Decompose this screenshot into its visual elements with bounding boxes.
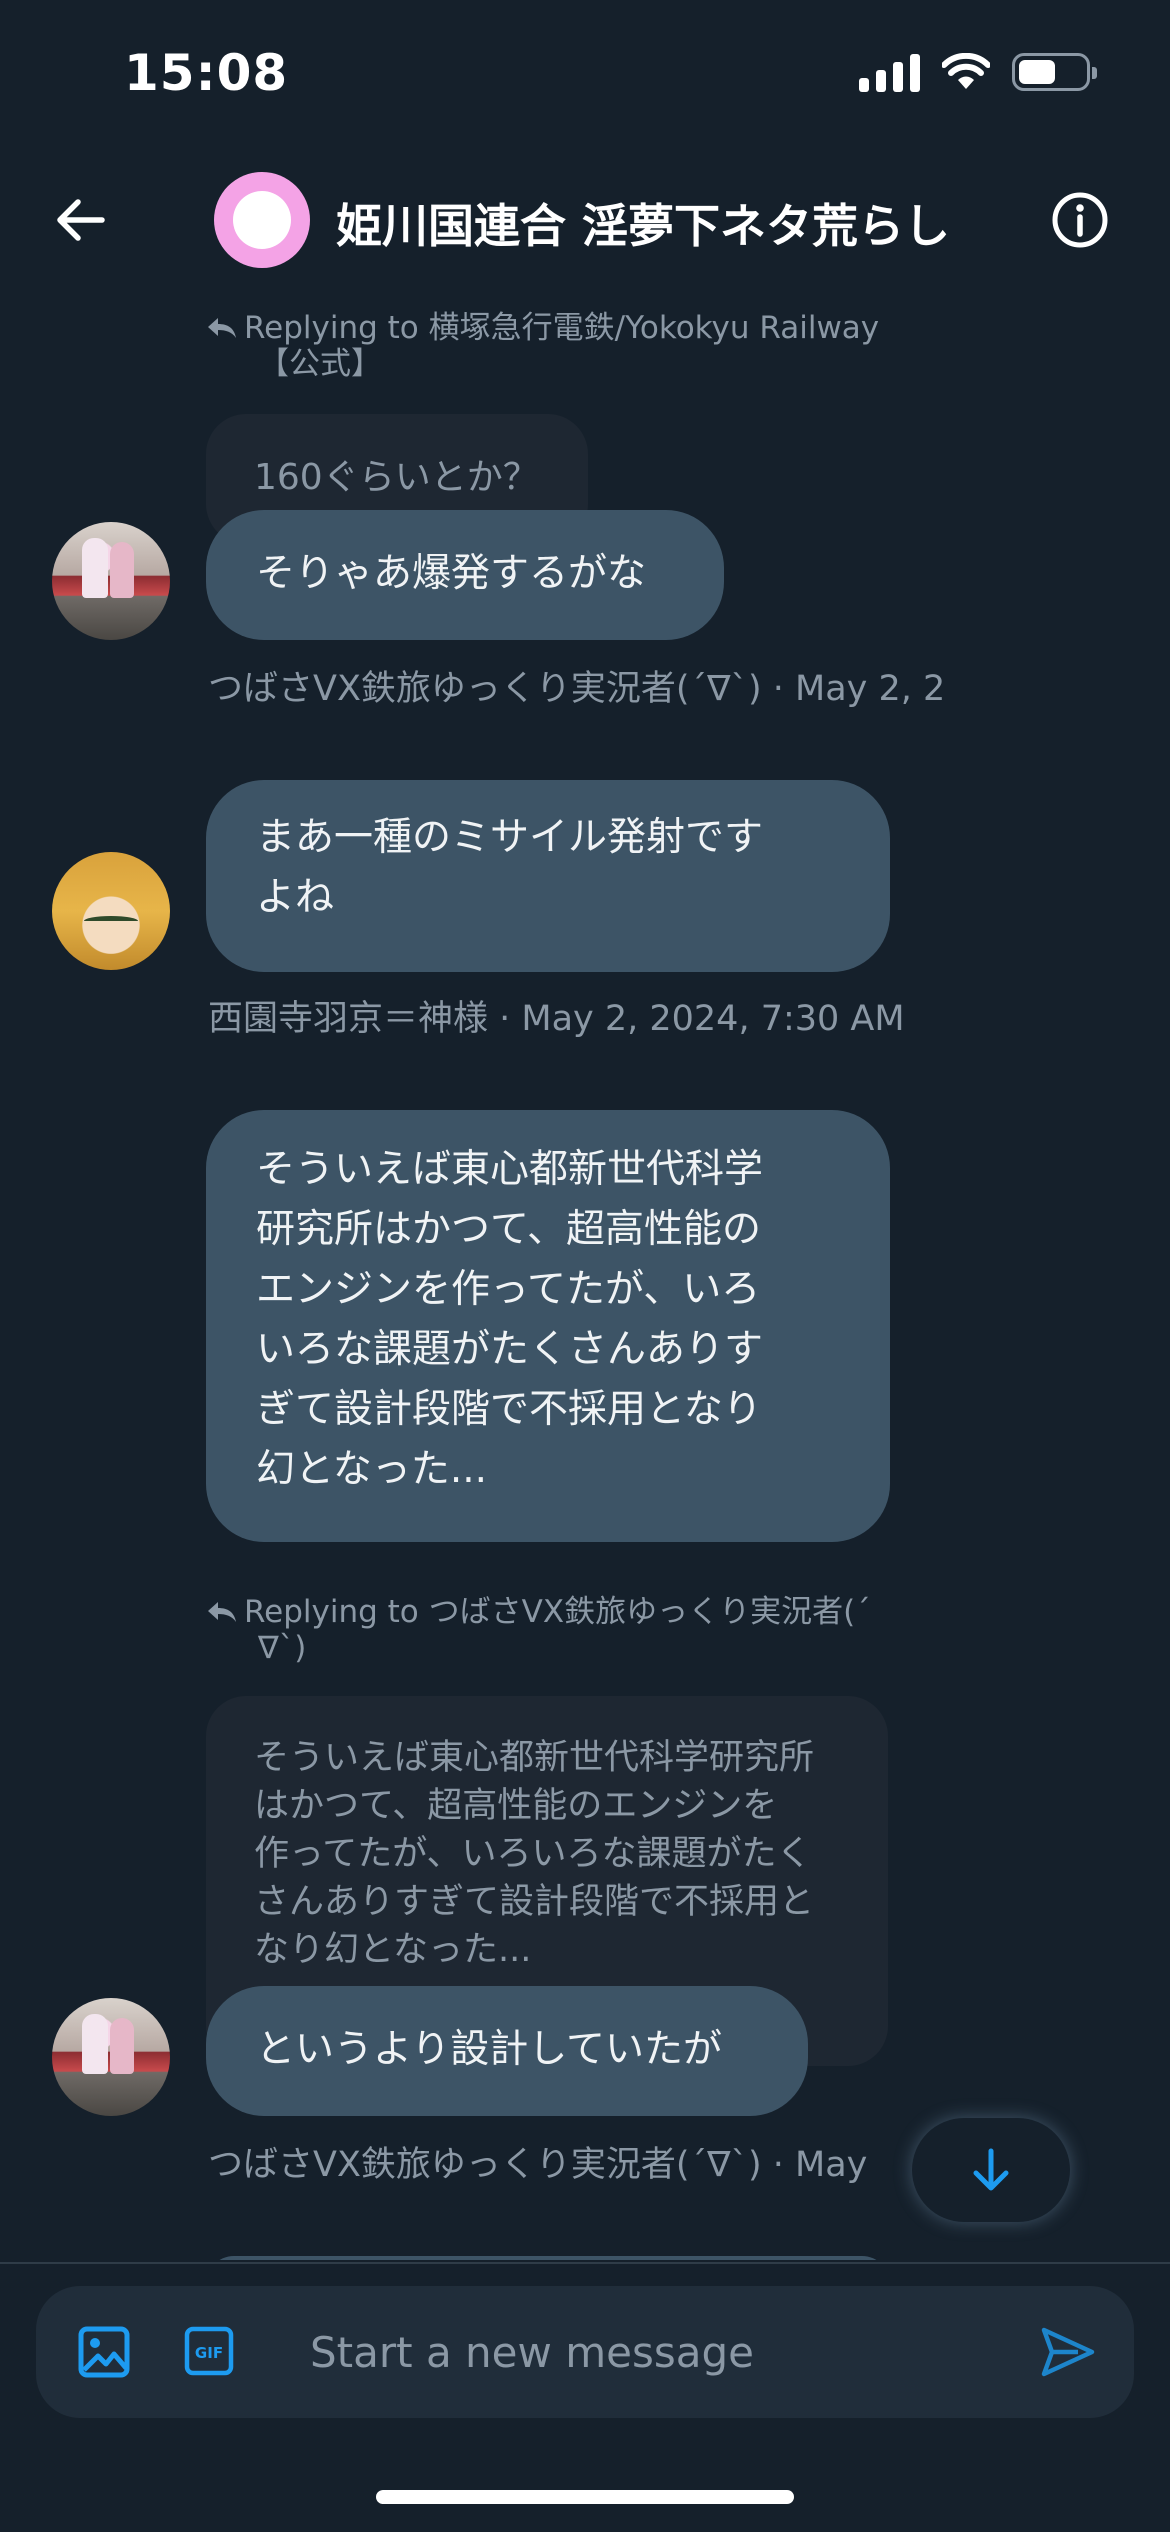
add-media-button[interactable] — [76, 2324, 132, 2380]
message-meta: つばさVX鉄旅ゆっくり実況者(´∇`) · May 2, 2 — [208, 669, 946, 709]
signal-icon — [859, 52, 920, 92]
status-time: 15:08 — [124, 44, 289, 102]
message-bubble[interactable]: まあ一種のミサイル発射です よね — [206, 780, 890, 972]
quoted-text: 160ぐらいとか？ — [254, 457, 539, 498]
quoted-text-line: そういえば東心都新世代科学研究所 — [254, 1738, 815, 1778]
reply-context-text: Replying to 横塚急行電鉄/Yokokyu Railway — [244, 310, 880, 346]
message-meta: 西園寺羽京＝神様 · May 2, 2024, 7:30 AM — [208, 999, 905, 1039]
send-button[interactable] — [1038, 2324, 1098, 2380]
message-text: そりゃあ爆発するがな — [256, 551, 647, 596]
sender-avatar[interactable] — [52, 522, 170, 640]
conversation-avatar[interactable] — [214, 172, 310, 268]
info-icon — [1052, 192, 1108, 248]
message-text-line: そういえば東心都新世代科学 — [256, 1147, 764, 1192]
message-bubble[interactable]: そういえば東心都新世代科学 研究所はかつて、超高性能の エンジンを作ってたが、い… — [206, 1110, 890, 1542]
message-input[interactable] — [310, 2316, 990, 2388]
message-text: というより設計していたが — [256, 2027, 723, 2072]
message-text-line: エンジンを作ってたが、いろ — [256, 1267, 761, 1312]
message-text-line: まあ一種のミサイル発射です — [256, 815, 764, 860]
image-icon — [78, 2326, 130, 2378]
reply-context: Replying to 横塚急行電鉄/Yokokyu Railway 【公式】 — [206, 310, 906, 382]
message-bubble[interactable]: というより設計していたが — [206, 1986, 808, 2116]
svg-text:GIF: GIF — [195, 2344, 223, 2362]
message-bubble[interactable]: そりゃあ爆発するがな — [206, 510, 724, 640]
arrow-down-icon — [973, 2148, 1009, 2191]
reply-context-text: Replying to つばさVX鉄旅ゆっくり実況者(´ — [244, 1594, 871, 1630]
add-gif-button[interactable]: GIF — [184, 2326, 234, 2376]
wifi-icon — [942, 53, 990, 89]
message-text-line: いろな課題がたくさんありす — [256, 1327, 764, 1372]
dm-screen: 15:08 姫川国連合 淫夢下ネタ荒らし Replying to 横塚急行電鉄/… — [0, 0, 1170, 2532]
reply-context-text-cont: ∇`) — [258, 1630, 307, 1666]
quoted-text-line: 作ってたが、いろいろな課題がたく — [254, 1834, 812, 1874]
status-icons — [859, 52, 1097, 92]
composer-divider — [0, 2262, 1170, 2264]
home-indicator — [376, 2490, 794, 2504]
arrow-left-icon — [57, 199, 105, 241]
sender-avatar[interactable] — [52, 852, 170, 970]
reply-context-text-cont: 【公式】 — [258, 346, 382, 382]
scroll-to-bottom-button[interactable] — [912, 2118, 1070, 2222]
message-meta: つばさVX鉄旅ゆっくり実況者(´∇`) · May — [208, 2145, 868, 2185]
message-list[interactable]: Replying to 横塚急行電鉄/Yokokyu Railway 【公式】 … — [0, 290, 1170, 2260]
reply-arrow-icon — [208, 318, 236, 338]
reply-context: Replying to つばさVX鉄旅ゆっくり実況者(´ ∇`) — [206, 1594, 906, 1666]
message-text-line: 幻となった... — [256, 1447, 488, 1492]
quoted-text-line: はかつて、超高性能のエンジンを — [254, 1786, 778, 1826]
quoted-text-line: さんありすぎて設計段階で不採用と — [254, 1882, 815, 1922]
message-bubble-partial[interactable] — [206, 2256, 890, 2260]
quoted-text-line: なり幻となった... — [254, 1930, 532, 1970]
conversation-title[interactable]: 姫川国連合 淫夢下ネタ荒らし — [336, 190, 950, 256]
message-text-line: よね — [256, 875, 335, 920]
conversation-header: 姫川国連合 淫夢下ネタ荒らし — [0, 150, 1170, 290]
back-button[interactable] — [48, 188, 112, 252]
battery-icon — [1012, 53, 1097, 91]
message-composer: GIF — [36, 2286, 1134, 2418]
sender-avatar[interactable] — [52, 1998, 170, 2116]
reply-arrow-icon — [208, 1602, 236, 1622]
status-bar: 15:08 — [0, 0, 1170, 150]
info-button[interactable] — [1050, 190, 1110, 250]
message-text-line: 研究所はかつて、超高性能の — [256, 1207, 762, 1252]
gif-icon: GIF — [184, 2326, 234, 2376]
send-icon — [1041, 2327, 1095, 2377]
message-text-line: ぎて設計段階で不採用となり — [256, 1387, 762, 1432]
